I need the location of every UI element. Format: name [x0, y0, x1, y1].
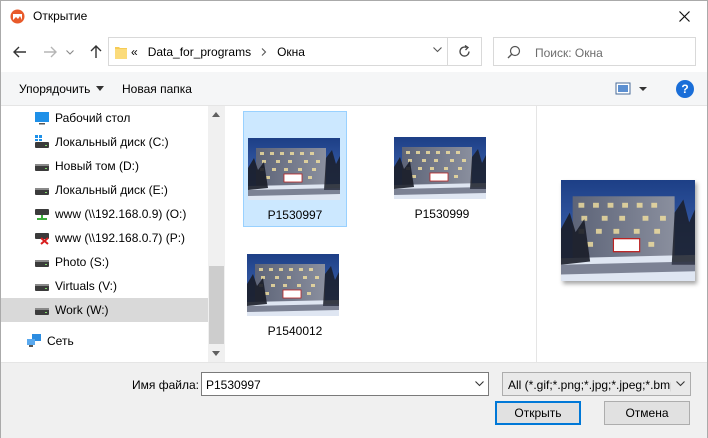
nav-item-desktop[interactable]: Рабочий стол	[1, 106, 208, 130]
network-drive-icon	[35, 209, 49, 220]
forward-arrow-icon	[44, 46, 57, 58]
file-item[interactable]: P1540012	[243, 228, 347, 344]
help-button[interactable]: ?	[676, 80, 694, 98]
nav-item-label: Локальный диск (C:)	[55, 135, 169, 149]
nav-item-label: Рабочий стол	[55, 111, 131, 125]
dialog-footer: Имя файла: P1530997 All (*.gif;*.png;*.j…	[1, 362, 707, 438]
open-button[interactable]: Открыть	[495, 401, 581, 425]
chevron-right-icon[interactable]	[260, 48, 268, 56]
view-options-icon	[615, 82, 647, 95]
nav-item-drive-s[interactable]: Photo (S:)	[1, 250, 208, 274]
search-icon	[507, 45, 521, 59]
filename-label: Имя файла:	[132, 378, 199, 392]
file-item[interactable]: P1530997	[243, 111, 347, 227]
drive-icon	[34, 159, 50, 173]
image-thumbnail	[248, 138, 340, 200]
nav-item-label: Сеть	[47, 334, 74, 348]
nav-item-drive-c[interactable]: Локальный диск (C:)	[1, 130, 208, 154]
chevron-down-icon[interactable]	[475, 381, 484, 387]
scroll-up-arrow-icon[interactable]	[212, 112, 220, 117]
search-box[interactable]: Поиск: Окна	[493, 37, 696, 66]
chevron-down-icon	[66, 49, 74, 55]
filetype-select[interactable]: All (*.gif;*.png;*.jpg;*.jpeg;*.bmp)	[502, 372, 691, 396]
drive-icon	[34, 279, 50, 293]
image-thumbnail	[247, 254, 339, 316]
chevron-down-icon	[676, 381, 685, 387]
caret-down-icon	[96, 86, 105, 91]
new-folder-button[interactable]: Новая папка	[122, 82, 192, 96]
drive-icon	[34, 255, 50, 269]
nav-item-label: Virtuals (V:)	[55, 279, 118, 293]
breadcrumb: « Data_for_programs Окна	[131, 45, 305, 59]
nav-item-label: Локальный диск (E:)	[55, 183, 168, 197]
file-name: P1530999	[414, 207, 470, 221]
nav-item-label: www (\\192.168.0.9) (O:)	[55, 207, 187, 221]
file-list: P1530997 P1530999 P1540012	[226, 106, 536, 362]
nav-item-drive-d[interactable]: Новый том (D:)	[1, 154, 208, 178]
nav-item-drive-o[interactable]: www (\\192.168.0.9) (O:)	[1, 202, 208, 226]
image-app-icon	[10, 9, 25, 24]
command-bar: Упорядочить Новая папка ?	[1, 72, 707, 106]
back-button[interactable]	[9, 41, 31, 63]
nav-item-label: Новый том (D:)	[55, 159, 139, 173]
navigation-row: « Data_for_programs Окна Поиск: Окна	[1, 32, 707, 72]
organize-menu[interactable]: Упорядочить	[19, 82, 105, 96]
back-arrow-icon	[13, 46, 26, 58]
file-name: P1540012	[267, 324, 323, 338]
open-file-dialog: Открытие « Data_for_programs Окна Поиск:…	[0, 0, 708, 438]
desktop-icon	[35, 112, 49, 125]
refresh-icon	[459, 45, 470, 57]
search-placeholder: Поиск: Окна	[535, 46, 603, 60]
navigation-pane: Рабочий стол Локальный диск (C:) Новый т…	[1, 106, 225, 362]
nav-item-drive-p[interactable]: www (\\192.168.0.7) (P:)	[1, 226, 208, 250]
image-thumbnail	[394, 137, 486, 199]
file-item[interactable]: P1530999	[390, 111, 494, 227]
system-drive-icon	[35, 135, 49, 148]
nav-item-drive-v[interactable]: Virtuals (V:)	[1, 274, 208, 298]
disconnected-network-drive-icon	[35, 233, 49, 245]
breadcrumb-item-data-for-programs[interactable]: Data_for_programs	[148, 45, 251, 59]
nav-pane-scrollbar[interactable]	[208, 106, 225, 362]
drive-icon	[34, 303, 50, 317]
drive-icon	[34, 183, 50, 197]
recent-locations-button[interactable]	[63, 41, 77, 63]
address-bar[interactable]: « Data_for_programs Окна	[108, 37, 448, 66]
nav-item-label: Work (W:)	[55, 303, 109, 317]
window-title: Открытие	[33, 9, 88, 23]
nav-item-drive-e[interactable]: Локальный диск (E:)	[1, 178, 208, 202]
breadcrumb-overflow[interactable]: «	[131, 45, 138, 59]
preview-pane	[536, 106, 707, 362]
close-icon	[679, 11, 690, 22]
nav-item-drive-w[interactable]: Work (W:)	[1, 298, 208, 322]
forward-button[interactable]	[39, 41, 61, 63]
refresh-button[interactable]	[448, 37, 482, 66]
up-button[interactable]	[85, 41, 107, 63]
network-icon	[27, 334, 41, 347]
filename-value[interactable]: P1530997	[206, 378, 261, 392]
folder-icon	[115, 47, 127, 59]
nav-item-label: Photo (S:)	[55, 255, 110, 269]
scroll-down-arrow-icon[interactable]	[212, 351, 220, 356]
organize-label: Упорядочить	[19, 82, 91, 96]
up-arrow-icon	[90, 45, 102, 58]
change-view-button[interactable]	[613, 80, 651, 98]
chevron-down-icon[interactable]	[433, 47, 442, 53]
title-bar: Открытие	[1, 1, 707, 32]
scrollbar-thumb[interactable]	[209, 266, 224, 344]
nav-item-network[interactable]: Сеть	[1, 329, 208, 353]
preview-image	[561, 180, 695, 281]
cancel-button[interactable]: Отмена	[604, 401, 690, 425]
filename-combobox[interactable]: P1530997	[201, 372, 489, 396]
filetype-value: All (*.gif;*.png;*.jpg;*.jpeg;*.bmp)	[508, 378, 671, 392]
nav-item-label: www (\\192.168.0.7) (P:)	[55, 231, 186, 245]
close-button[interactable]	[662, 1, 707, 32]
breadcrumb-item-current[interactable]: Окна	[277, 45, 305, 59]
file-name: P1530997	[267, 208, 323, 222]
